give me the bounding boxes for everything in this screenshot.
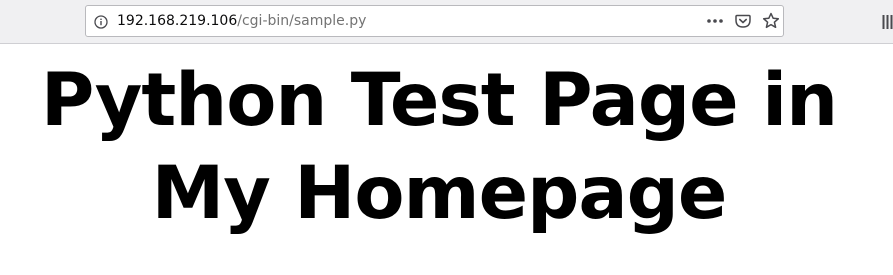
url-host: 192.168.219.106 (117, 13, 238, 29)
ellipsis-icon[interactable] (706, 13, 724, 29)
url-path: /cgi-bin/sample.py (237, 13, 367, 29)
star-icon[interactable] (762, 12, 780, 30)
url-text[interactable]: 192.168.219.106/cgi-bin/sample.py (117, 6, 366, 36)
address-bar[interactable]: 192.168.219.106/cgi-bin/sample.py (85, 5, 784, 37)
browser-toolbar: 192.168.219.106/cgi-bin/sample.py (0, 0, 893, 44)
info-circle-icon[interactable] (94, 14, 108, 29)
page-title: Python Test Page in My Homepage (40, 58, 838, 236)
pocket-icon[interactable] (735, 13, 751, 29)
library-icon[interactable] (882, 13, 893, 31)
page-content: Python Test Page in My Homepage (0, 44, 893, 275)
